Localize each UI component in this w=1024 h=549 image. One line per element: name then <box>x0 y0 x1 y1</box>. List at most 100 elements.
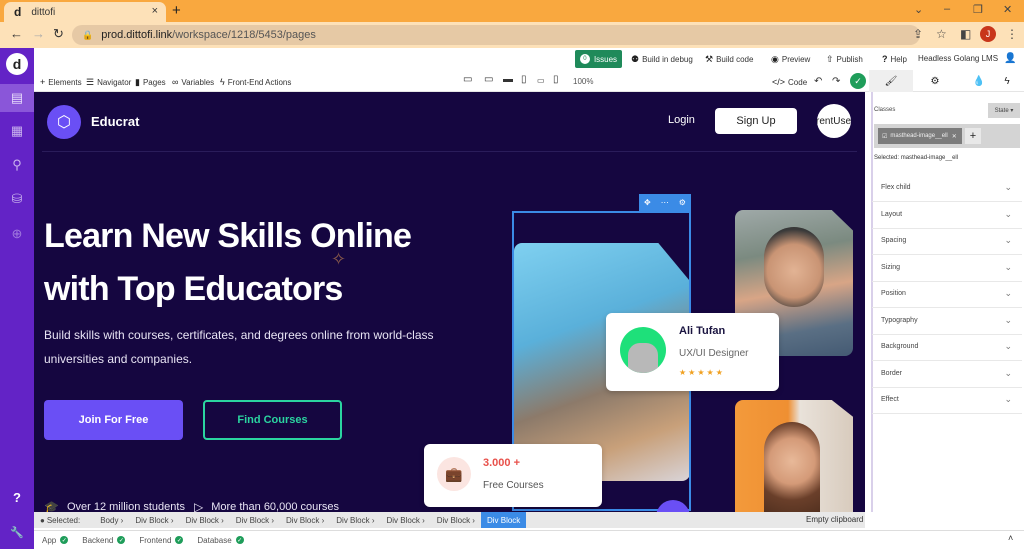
settings-gear-tab[interactable]: ⚙ <box>913 70 957 92</box>
tab-search-chevron-icon[interactable]: ⌄ <box>914 3 923 16</box>
instructor-card[interactable]: Ali Tufan UX/UI Designer ★★★★★ <box>606 313 779 391</box>
issues-button[interactable]: 0 Issues <box>575 50 622 68</box>
section-border[interactable]: Border ⌄ <box>872 361 1022 388</box>
chevron-up-icon[interactable]: ˄ <box>1008 533 1013 543</box>
breadcrumb-item[interactable]: Div Block › <box>330 512 380 528</box>
project-name[interactable]: Headless Golang LMS <box>918 54 998 63</box>
side-panel-icon[interactable]: ◧ <box>960 27 971 41</box>
breadcrumb-item[interactable]: Div Block › <box>280 512 330 528</box>
device-desktop-icon[interactable]: ▭ <box>484 74 493 85</box>
tab-close-icon[interactable]: × <box>152 5 158 17</box>
undo-icon[interactable]: ↶ <box>814 76 822 87</box>
section-spacing[interactable]: Spacing ⌄ <box>872 228 1022 255</box>
rail-code-icon[interactable]: ⛁ <box>0 185 34 213</box>
current-user-avatar[interactable]: rentUse <box>817 104 851 138</box>
element-settings-icon[interactable]: ⚙ <box>679 198 686 207</box>
class-chip-remove-icon[interactable]: ✕ <box>952 133 957 140</box>
help-button[interactable]: ? Help <box>882 54 907 64</box>
profile-avatar[interactable]: J <box>980 26 996 42</box>
site-login-link[interactable]: Login <box>668 114 695 126</box>
section-typography[interactable]: Typography ⌄ <box>872 308 1022 335</box>
reload-icon[interactable]: ↻ <box>53 26 64 42</box>
element-breadcrumb: ● Selected: Body › Div Block › Div Block … <box>34 512 865 528</box>
status-frontend[interactable]: Frontend ✓ <box>139 536 184 545</box>
find-courses-button[interactable]: Find Courses <box>203 400 342 440</box>
status-database[interactable]: Database ✓ <box>197 536 244 545</box>
breadcrumb-item[interactable]: Body › <box>94 512 129 528</box>
help-icon[interactable]: ? <box>0 483 34 511</box>
pages-button[interactable]: ▮ Pages <box>135 77 166 88</box>
bookmark-star-icon[interactable]: ☆ <box>936 27 947 41</box>
add-class-button[interactable]: + <box>965 128 981 144</box>
elements-button[interactable]: + Elements <box>40 77 82 87</box>
close-window-button[interactable]: ✕ <box>1003 3 1012 16</box>
zoom-level[interactable]: 100% <box>573 77 593 86</box>
status-app[interactable]: App ✓ <box>42 536 69 545</box>
browser-menu-icon[interactable]: ⋮ <box>1006 27 1018 41</box>
hero-headline[interactable]: Learn New Skills Online with Top Educato… <box>44 210 464 316</box>
settings-wrench-icon[interactable]: 🔧 <box>0 518 34 546</box>
device-mobile-landscape-icon[interactable]: ▭ <box>537 76 545 85</box>
breadcrumb-item[interactable]: Div Block › <box>381 512 431 528</box>
interactions-lightning-tab[interactable]: ϟ <box>985 70 1024 92</box>
section-sizing[interactable]: Sizing ⌄ <box>872 255 1022 282</box>
device-mobile-icon[interactable]: ▯ <box>553 74 559 85</box>
share-icon[interactable]: ⇪ <box>913 27 923 41</box>
clipboard-status[interactable]: Empty clipboard <box>806 515 863 524</box>
class-chip-checkbox-icon[interactable]: ☑ <box>882 133 887 140</box>
new-tab-button[interactable]: + <box>172 2 181 19</box>
rail-globe-icon[interactable]: ⊕ <box>0 220 34 248</box>
minimize-button[interactable]: – <box>944 3 950 15</box>
device-laptop-icon[interactable]: ▬ <box>503 74 513 85</box>
more-icon[interactable]: ⋯ <box>661 198 669 207</box>
build-code-button[interactable]: ⚒ Build code <box>705 54 753 65</box>
code-button[interactable]: </> Code <box>772 77 807 87</box>
status-backend[interactable]: Backend ✓ <box>82 536 126 545</box>
breadcrumb-item[interactable]: Div Block › <box>431 512 481 528</box>
educrat-logo-icon[interactable]: ⬡ <box>47 105 81 139</box>
back-arrow-icon[interactable]: ← <box>10 26 23 41</box>
bug-icon: ⚉ <box>631 54 640 64</box>
instructor-name: Ali Tufan <box>679 325 726 337</box>
design-canvas[interactable]: ⬡ Educrat Login Sign Up rentUse Learn Ne… <box>34 92 865 512</box>
publish-button[interactable]: ⇧ Publish <box>826 54 863 65</box>
frontend-actions-button[interactable]: ϟ Front-End Actions <box>220 77 291 87</box>
rail-pages-icon[interactable]: ▤ <box>0 84 34 112</box>
section-background[interactable]: Background ⌄ <box>872 334 1022 361</box>
browser-tab[interactable]: d dittofi × <box>4 2 166 22</box>
section-effect[interactable]: Effect ⌄ <box>872 387 1022 414</box>
site-brand[interactable]: Educrat <box>91 114 139 129</box>
site-signup-button[interactable]: Sign Up <box>715 108 797 134</box>
breadcrumb-item[interactable]: Div Block › <box>129 512 179 528</box>
forward-arrow-icon[interactable]: → <box>32 26 45 41</box>
rail-database-icon[interactable]: ▦ <box>0 117 34 145</box>
class-chip[interactable]: ☑ masthead-image__ell ✕ <box>878 128 962 144</box>
build-debug-button[interactable]: ⚉ Build in debug <box>631 54 693 65</box>
free-courses-card[interactable]: 💼 3.000 + Free Courses <box>424 444 602 507</box>
dittofi-logo[interactable]: d <box>6 53 28 75</box>
hero-subtitle[interactable]: Build skills with courses, certificates,… <box>44 323 444 371</box>
status-bar: App ✓ Backend ✓ Frontend ✓ Database ✓ <box>34 530 1024 549</box>
breadcrumb-item-current[interactable]: Div Block <box>480 512 527 528</box>
join-for-free-button[interactable]: Join For Free <box>44 400 183 440</box>
navigator-button[interactable]: ☰ Navigator <box>86 77 131 88</box>
move-icon[interactable]: ✥ <box>644 198 651 207</box>
save-check-button[interactable]: ✓ <box>850 73 866 89</box>
restore-button[interactable]: ❐ <box>973 3 983 16</box>
chevron-down-icon: ⌄ <box>1004 182 1012 193</box>
section-flex-child[interactable]: Flex child ⌄ <box>872 175 1022 202</box>
device-large-desktop-icon[interactable]: ▭ <box>463 74 472 85</box>
user-icon[interactable]: 👤 <box>1004 53 1016 64</box>
section-layout[interactable]: Layout ⌄ <box>872 202 1022 229</box>
breadcrumb-item[interactable]: Div Block › <box>180 512 230 528</box>
address-bar[interactable]: 🔒 prod.dittofi.link/workspace/1218/5453/… <box>72 25 920 45</box>
style-brush-tab[interactable]: 🖌 <box>869 70 913 92</box>
breadcrumb-item[interactable]: Div Block › <box>230 512 280 528</box>
variables-button[interactable]: ∞ Variables <box>172 77 214 87</box>
section-position[interactable]: Position ⌄ <box>872 281 1022 308</box>
state-dropdown[interactable]: State ▾ <box>988 103 1020 118</box>
preview-button[interactable]: ◉ Preview <box>771 54 810 65</box>
redo-icon[interactable]: ↷ <box>832 76 840 87</box>
device-tablet-icon[interactable]: ▯ <box>521 74 527 85</box>
rail-endpoints-icon[interactable]: ⚲ <box>0 151 34 179</box>
